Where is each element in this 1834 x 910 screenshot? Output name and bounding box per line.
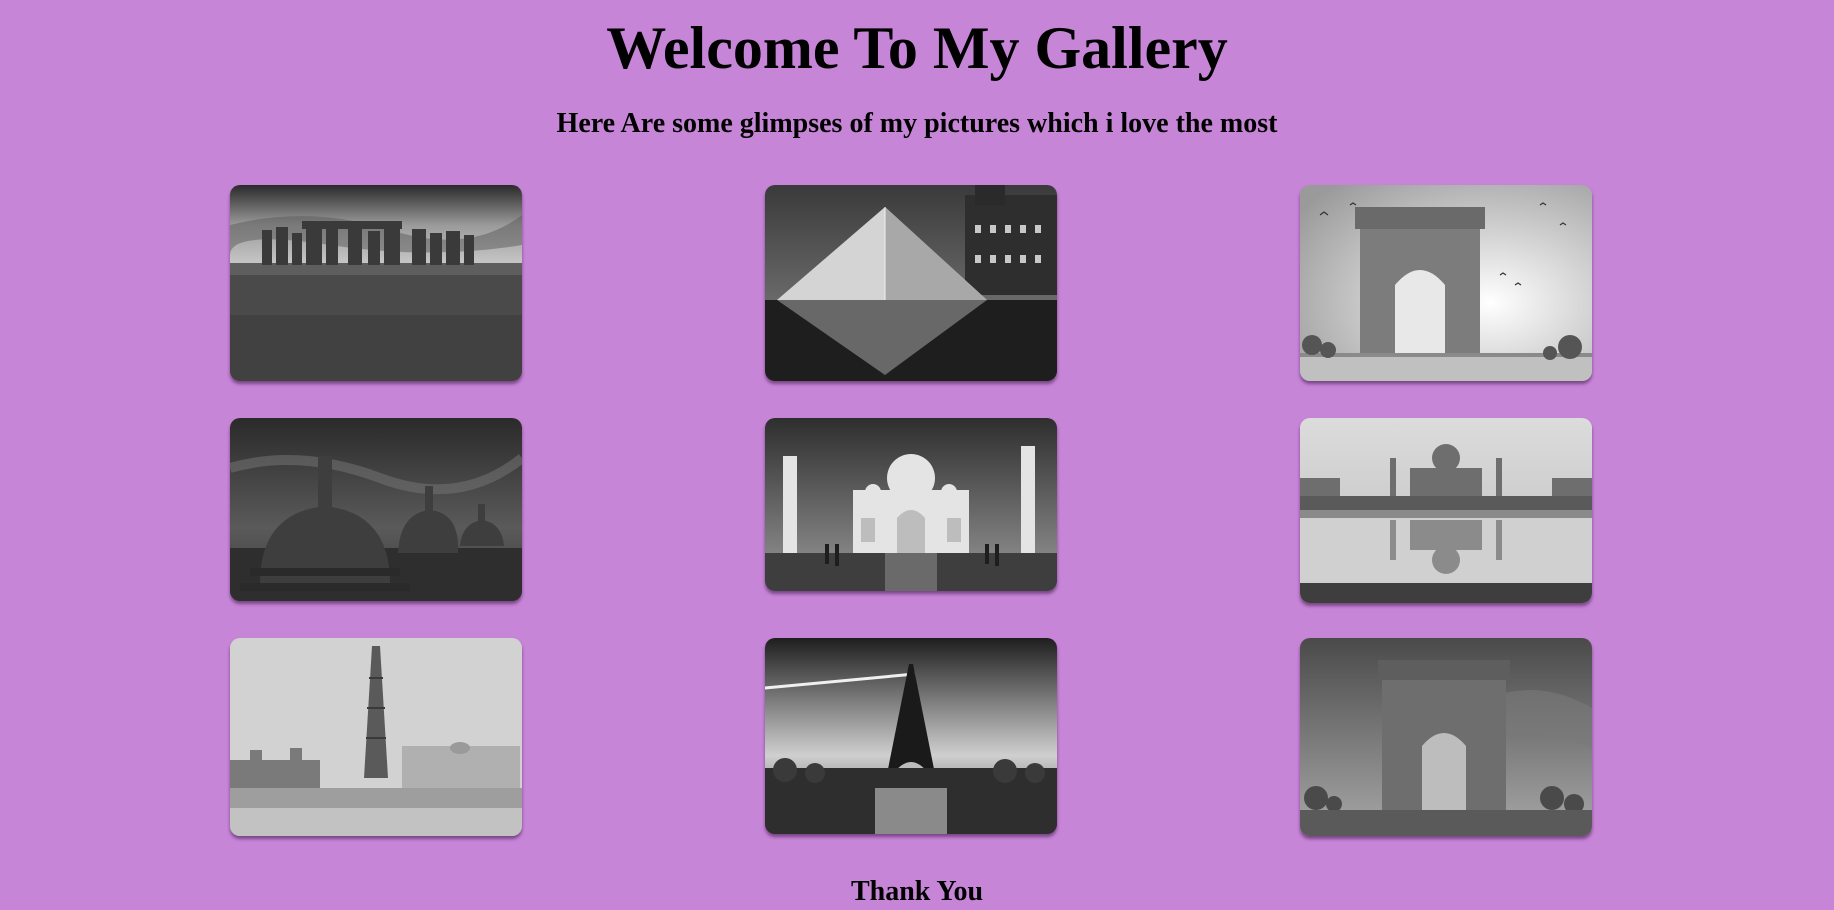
gallery-image-eiffel-tower[interactable]: [765, 638, 1057, 834]
gallery-image-india-gate[interactable]: [1300, 185, 1592, 381]
gallery-image-borobudur[interactable]: [230, 418, 522, 601]
page-title: Welcome To My Gallery: [606, 15, 1228, 81]
gallery-image-taj-mahal[interactable]: [765, 418, 1057, 591]
taj-mahal-image: [765, 418, 1057, 591]
thank-you-footer: Thank You: [850, 876, 984, 907]
gallery-image-taj-mahal-reflection[interactable]: [1300, 418, 1592, 603]
india-gate-image: [1300, 185, 1592, 381]
gallery-image-stonehenge[interactable]: [230, 185, 522, 381]
gallery-image-qutub-minar[interactable]: [230, 638, 522, 836]
india-gate-image-2: [1300, 638, 1592, 836]
page-subtitle: Here Are some glimpses of my pictures wh…: [556, 108, 1278, 139]
louvre-pyramid-image: [765, 185, 1057, 381]
taj-mahal-reflection-image: [1300, 418, 1592, 603]
gallery-image-india-gate-2[interactable]: [1300, 638, 1592, 836]
stonehenge-image: [230, 185, 522, 381]
gallery-image-louvre-pyramid[interactable]: [765, 185, 1057, 381]
eiffel-tower-image: [765, 638, 1057, 834]
borobudur-image: [230, 418, 522, 601]
qutub-minar-image: [230, 638, 522, 836]
